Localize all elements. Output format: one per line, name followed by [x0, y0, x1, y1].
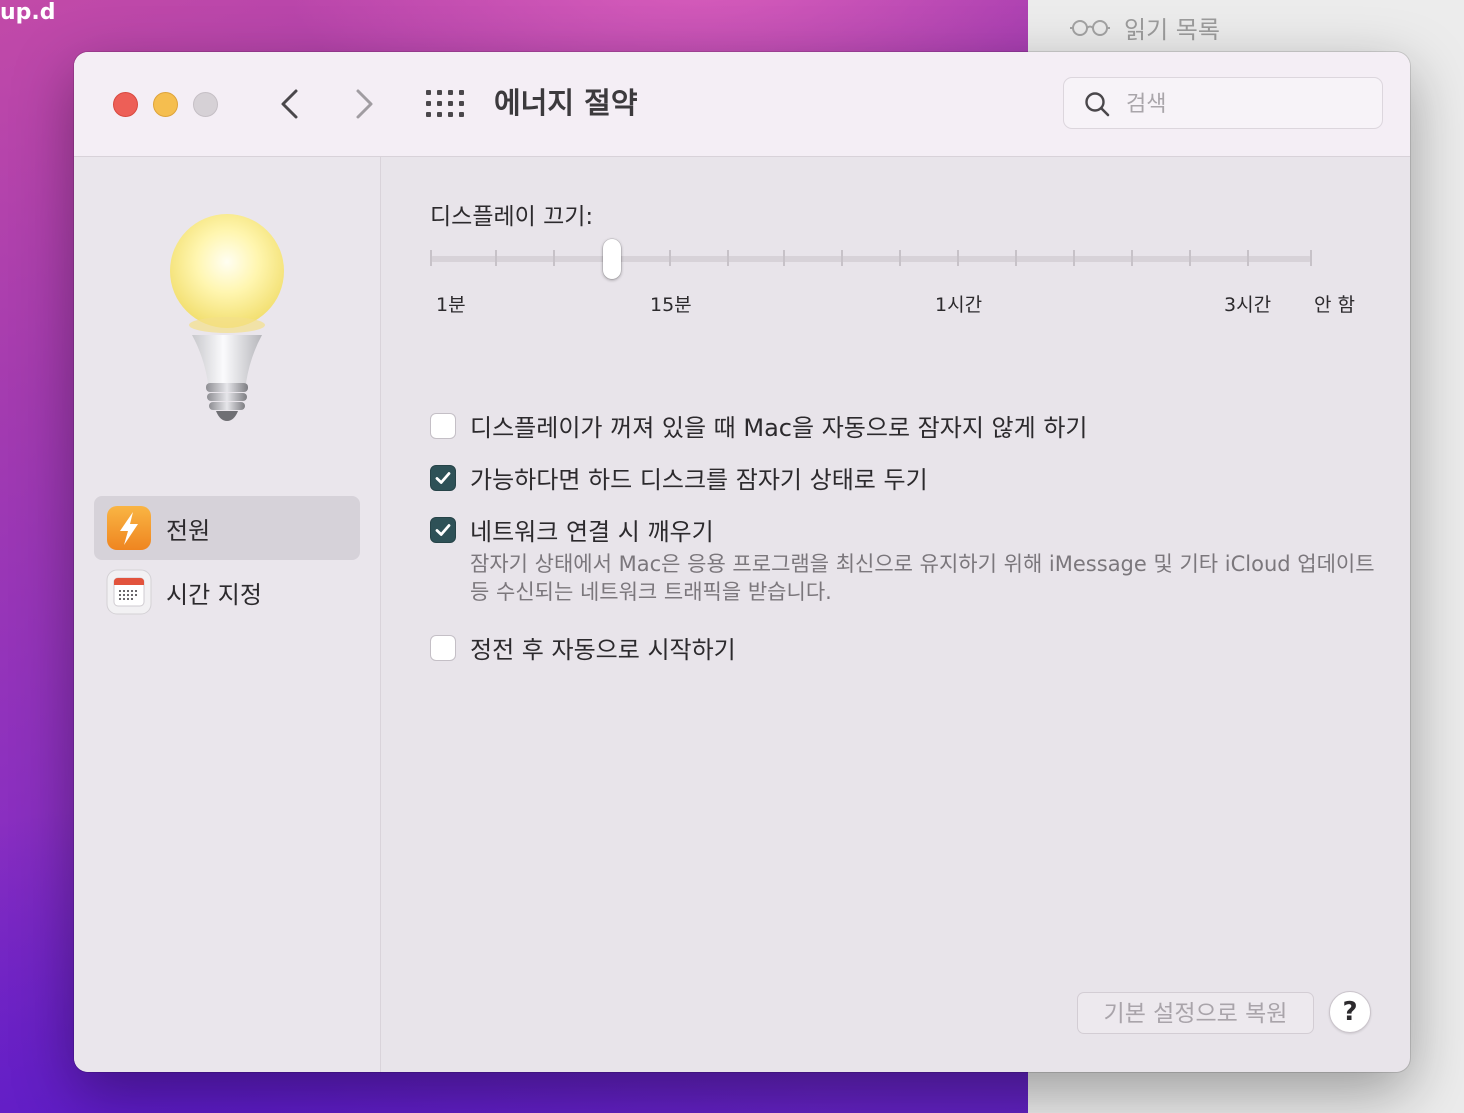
back-button[interactable] — [274, 86, 304, 122]
minimize-button[interactable] — [153, 92, 178, 117]
close-button[interactable] — [113, 92, 138, 117]
search-input[interactable] — [1124, 86, 1368, 122]
option-hard-disk-sleep[interactable]: 가능하다면 하드 디스크를 잠자기 상태로 두기 — [430, 460, 928, 495]
sidebar: 전원 시간 지정 — [74, 157, 381, 1072]
restart-power-failure-label: 정전 후 자동으로 시작하기 — [470, 636, 736, 664]
calendar-icon — [106, 569, 152, 615]
power-icon — [107, 506, 151, 550]
search-field[interactable] — [1063, 77, 1383, 129]
window-title: 에너지 절약 — [494, 86, 638, 120]
prevent-sleep-checkbox[interactable] — [430, 412, 456, 439]
slider-tick — [1073, 250, 1075, 266]
wake-network-label: 네트워크 연결 시 깨우기 — [470, 518, 714, 546]
option-prevent-sleep[interactable]: 디스플레이가 꺼져 있을 때 Mac을 자동으로 잠자지 않게 하기 — [430, 408, 1087, 443]
slider-tick — [553, 250, 555, 266]
hard-disk-sleep-label: 가능하다면 하드 디스크를 잠자기 상태로 두기 — [470, 466, 928, 494]
option-restart-after-power-failure[interactable]: 정전 후 자동으로 시작하기 — [430, 630, 736, 665]
energy-saver-window: 에너지 절약 검색 전원 시간 지정 디스플레이 끄기: 1분 15분 1시간 … — [74, 52, 1410, 1072]
slider-tick-label-3hours: 3시간 — [1224, 294, 1272, 316]
zoom-button[interactable] — [193, 92, 218, 117]
wake-network-description: 잠자기 상태에서 Mac은 응용 프로그램을 최신으로 유지하기 위해 iMes… — [470, 552, 1375, 604]
slider-tick — [727, 250, 729, 266]
search-icon — [1085, 92, 1110, 117]
slider-tick — [841, 250, 843, 266]
forward-button[interactable] — [350, 86, 380, 122]
option-wake-network[interactable]: 네트워크 연결 시 깨우기 — [430, 512, 714, 547]
display-sleep-label: 디스플레이 끄기: — [430, 204, 594, 230]
reading-list-button[interactable]: 읽기 목록 — [1070, 10, 1220, 45]
slider-tick — [1310, 250, 1312, 266]
slider-tick — [1131, 250, 1133, 266]
slider-tick-label-1hour: 1시간 — [935, 294, 983, 316]
glasses-icon — [1070, 19, 1110, 36]
restore-defaults-button[interactable]: 기본 설정으로 복원 — [1077, 992, 1314, 1034]
hard-disk-sleep-checkbox[interactable] — [430, 464, 456, 491]
sidebar-item-schedule[interactable]: 시간 지정 — [94, 560, 360, 624]
desktop-file-label[interactable]: up.d — [0, 0, 56, 26]
wake-network-checkbox[interactable] — [430, 516, 456, 543]
slider-tick-label-1min: 1분 — [436, 294, 466, 316]
lightbulb-icon — [170, 214, 284, 421]
sidebar-item-power-label: 전원 — [166, 516, 211, 545]
slider-tick — [430, 250, 432, 266]
reading-list-label: 읽기 목록 — [1124, 16, 1220, 44]
slider-tick — [495, 250, 497, 266]
checkmark-icon — [435, 471, 451, 484]
slider-tick — [1015, 250, 1017, 266]
slider-tick — [783, 250, 785, 266]
energy-saver-settings: 디스플레이 끄기: 1분 15분 1시간 3시간 안 함 디스플레이가 꺼져 있… — [381, 157, 1410, 1072]
slider-tick-label-15min: 15분 — [650, 294, 692, 316]
slider-tick — [1189, 250, 1191, 266]
display-sleep-slider-knob[interactable] — [603, 239, 621, 279]
slider-tick — [1247, 250, 1249, 266]
slider-tick — [957, 250, 959, 266]
slider-tick-label-never: 안 함 — [1314, 294, 1355, 316]
checkmark-icon — [435, 523, 451, 536]
display-sleep-slider-track[interactable] — [430, 256, 1312, 262]
slider-tick — [669, 250, 671, 266]
window-toolbar: 에너지 절약 — [74, 52, 1410, 157]
sidebar-item-power[interactable]: 전원 — [94, 496, 360, 560]
prevent-sleep-label: 디스플레이가 꺼져 있을 때 Mac을 자동으로 잠자지 않게 하기 — [470, 414, 1088, 442]
slider-tick — [899, 250, 901, 266]
restart-power-failure-checkbox[interactable] — [430, 634, 456, 661]
help-button[interactable]: ? — [1329, 991, 1371, 1033]
sidebar-item-schedule-label: 시간 지정 — [166, 580, 262, 609]
show-all-grid-icon[interactable] — [426, 90, 464, 118]
